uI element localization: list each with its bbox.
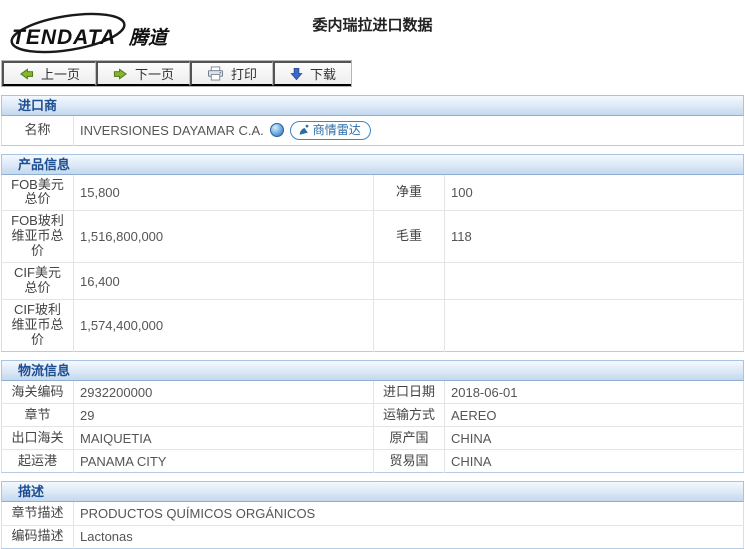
arrow-right-icon: [113, 67, 128, 81]
field-value: 118: [445, 211, 744, 263]
product-table: FOB美元总价 15,800 净重 100 FOB玻利维亚币总价 1,516,8…: [1, 175, 744, 352]
section-description-title: 描述: [1, 481, 744, 502]
table-row: FOB玻利维亚币总价 1,516,800,000 毛重 118: [2, 211, 744, 263]
table-row: CIF美元总价 16,400: [2, 263, 744, 300]
section-logistics: 物流信息 海关编码 2932200000 进口日期 2018-06-01 章节 …: [1, 360, 744, 474]
business-radar-label: 商情雷达: [313, 123, 361, 137]
table-row: 章节 29 运输方式 AEREO: [2, 404, 744, 427]
field-label: 编码描述: [2, 525, 74, 548]
field-value: 1,574,400,000: [74, 300, 374, 352]
download-button[interactable]: 下载: [273, 61, 351, 86]
download-label: 下载: [310, 64, 336, 83]
table-row: CIF玻利维亚币总价 1,574,400,000: [2, 300, 744, 352]
field-value: 29: [74, 404, 374, 427]
table-row: 名称 INVERSIONES DAYAMAR C.A. 商情雷达: [2, 116, 744, 145]
section-importer: 进口商 名称 INVERSIONES DAYAMAR C.A. 商情雷达: [1, 95, 744, 146]
page-header: TENDATA 腾道 委内瑞拉进口数据: [0, 0, 745, 60]
field-label: FOB美元总价: [2, 175, 74, 211]
field-label: 章节: [2, 404, 74, 427]
table-row: 起运港 PANAMA CITY 贸易国 CHINA: [2, 450, 744, 473]
field-label: [374, 263, 445, 300]
field-value: [445, 263, 744, 300]
section-logistics-title: 物流信息: [1, 360, 744, 381]
field-label: 毛重: [374, 211, 445, 263]
field-label: 出口海关: [2, 427, 74, 450]
field-value: 2932200000: [74, 381, 374, 404]
field-label: 章节描述: [2, 502, 74, 525]
prev-page-label: 上一页: [41, 64, 80, 83]
globe-icon[interactable]: [270, 123, 284, 137]
table-row: 编码描述 Lactonas: [2, 525, 744, 548]
field-label: FOB玻利维亚币总价: [2, 211, 74, 263]
arrow-down-icon: [290, 67, 303, 81]
field-value: 2018-06-01: [445, 381, 744, 404]
field-label: 进口日期: [374, 381, 445, 404]
table-row: 海关编码 2932200000 进口日期 2018-06-01: [2, 381, 744, 404]
prev-page-button[interactable]: 上一页: [2, 61, 96, 86]
field-label: 贸易国: [374, 450, 445, 473]
next-page-button[interactable]: 下一页: [96, 61, 190, 86]
section-product-title: 产品信息: [1, 154, 744, 175]
print-label: 打印: [231, 64, 257, 83]
field-label: [374, 300, 445, 352]
field-value: 15,800: [74, 175, 374, 211]
print-button[interactable]: 打印: [190, 61, 273, 86]
field-value: PANAMA CITY: [74, 450, 374, 473]
field-value: CHINA: [445, 450, 744, 473]
next-page-label: 下一页: [135, 64, 174, 83]
field-label: CIF美元总价: [2, 263, 74, 300]
field-value: Lactonas: [74, 525, 744, 548]
field-value: AEREO: [445, 404, 744, 427]
field-value: PRODUCTOS QUÍMICOS ORGÁNICOS: [74, 502, 744, 525]
importer-name-value: INVERSIONES DAYAMAR C.A.: [80, 123, 264, 138]
field-label: 运输方式: [374, 404, 445, 427]
arrow-left-icon: [19, 67, 34, 81]
description-table: 章节描述 PRODUCTOS QUÍMICOS ORGÁNICOS 编码描述 L…: [1, 502, 744, 549]
table-row: 出口海关 MAIQUETIA 原产国 CHINA: [2, 427, 744, 450]
field-label: 原产国: [374, 427, 445, 450]
page-title: 委内瑞拉进口数据: [0, 14, 745, 35]
toolbar: 上一页 下一页 打印 下载: [1, 60, 352, 87]
table-row: 章节描述 PRODUCTOS QUÍMICOS ORGÁNICOS: [2, 502, 744, 525]
section-importer-title: 进口商: [1, 95, 744, 116]
printer-icon: [207, 66, 224, 81]
logistics-table: 海关编码 2932200000 进口日期 2018-06-01 章节 29 运输…: [1, 381, 744, 474]
section-description: 描述 章节描述 PRODUCTOS QUÍMICOS ORGÁNICOS 编码描…: [1, 481, 744, 549]
section-product: 产品信息 FOB美元总价 15,800 净重 100 FOB玻利维亚币总价 1,…: [1, 154, 744, 352]
field-value: 16,400: [74, 263, 374, 300]
business-radar-button[interactable]: 商情雷达: [290, 121, 371, 140]
field-value: 100: [445, 175, 744, 211]
importer-name-label: 名称: [2, 116, 74, 145]
radar-icon: [298, 124, 310, 136]
field-value: MAIQUETIA: [74, 427, 374, 450]
field-label: CIF玻利维亚币总价: [2, 300, 74, 352]
field-value: 1,516,800,000: [74, 211, 374, 263]
field-value: CHINA: [445, 427, 744, 450]
importer-table: 名称 INVERSIONES DAYAMAR C.A. 商情雷达: [1, 116, 744, 146]
table-row: FOB美元总价 15,800 净重 100: [2, 175, 744, 211]
field-value: [445, 300, 744, 352]
field-label: 起运港: [2, 450, 74, 473]
field-label: 海关编码: [2, 381, 74, 404]
field-label: 净重: [374, 175, 445, 211]
